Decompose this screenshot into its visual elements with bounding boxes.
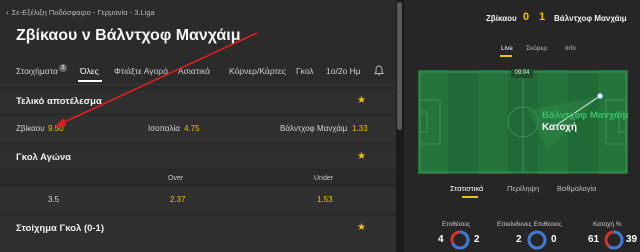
scrollbar[interactable] — [396, 0, 404, 252]
tab-scorers[interactable]: Σκόρερ — [526, 45, 547, 52]
stat-dangerous-home: 2 — [516, 234, 522, 245]
stat-attacks-title: Επιθέσεις — [442, 221, 471, 228]
annotation-arrow — [54, 32, 258, 127]
scrollbar-thumb[interactable] — [397, 2, 402, 130]
pitch-graphic — [418, 70, 628, 174]
stat-attacks-home: 4 — [438, 234, 444, 245]
active-tab-indicator — [462, 196, 478, 198]
stats-tabs: Στατιστικά Περίληψη Βαθμολογία — [404, 184, 640, 198]
stat-attacks-ring — [450, 230, 470, 250]
stat-dangerous-away: 0 — [551, 234, 557, 245]
tab-statistics[interactable]: Στατιστικά — [450, 184, 483, 193]
stat-possession-ring — [604, 230, 624, 250]
home-team-name: Ζβίκαου — [486, 14, 517, 23]
stat-attacks-away: 2 — [474, 234, 480, 245]
away-team-name: Βάλντχοφ Μανχάιμ — [554, 14, 627, 23]
markets-panel: ‹ Σε-Εξέλιξη Ποδόσφαιρο - Γερμανία - 3.L… — [0, 0, 396, 252]
stat-dangerous-ring — [527, 230, 547, 250]
tab-summary[interactable]: Περίληψη — [507, 184, 539, 193]
stat-possession-home: 61 — [588, 234, 600, 245]
tab-live[interactable]: Live — [501, 45, 513, 52]
ring-home-arc — [527, 230, 547, 250]
tab-standings[interactable]: Βαθμολογία — [557, 184, 596, 193]
live-panel: Ζβίκαου 0 1 Βάλντχοφ Μανχάιμ Live Σκόρερ… — [404, 0, 640, 252]
away-score: 1 — [539, 11, 546, 23]
stat-possession-title: Κατοχή % — [593, 221, 622, 228]
tab-info[interactable]: Info — [565, 45, 576, 52]
active-tab-indicator — [500, 55, 512, 57]
home-score: 0 — [523, 11, 530, 23]
match-clock: 09:04 — [511, 69, 533, 78]
event-team: Βάλντχοφ Μανχάιμ — [542, 110, 629, 121]
event-type: Κατοχή — [542, 122, 577, 133]
live-tabs: Live Σκόρερ Info — [404, 42, 640, 58]
stat-dangerous-title: Επικίνδυνες Επιθέσεις — [497, 221, 562, 228]
stat-possession-away: 39 — [626, 234, 638, 245]
scoreboard: Ζβίκαου 0 1 Βάλντχοφ Μανχάιμ — [404, 0, 640, 38]
